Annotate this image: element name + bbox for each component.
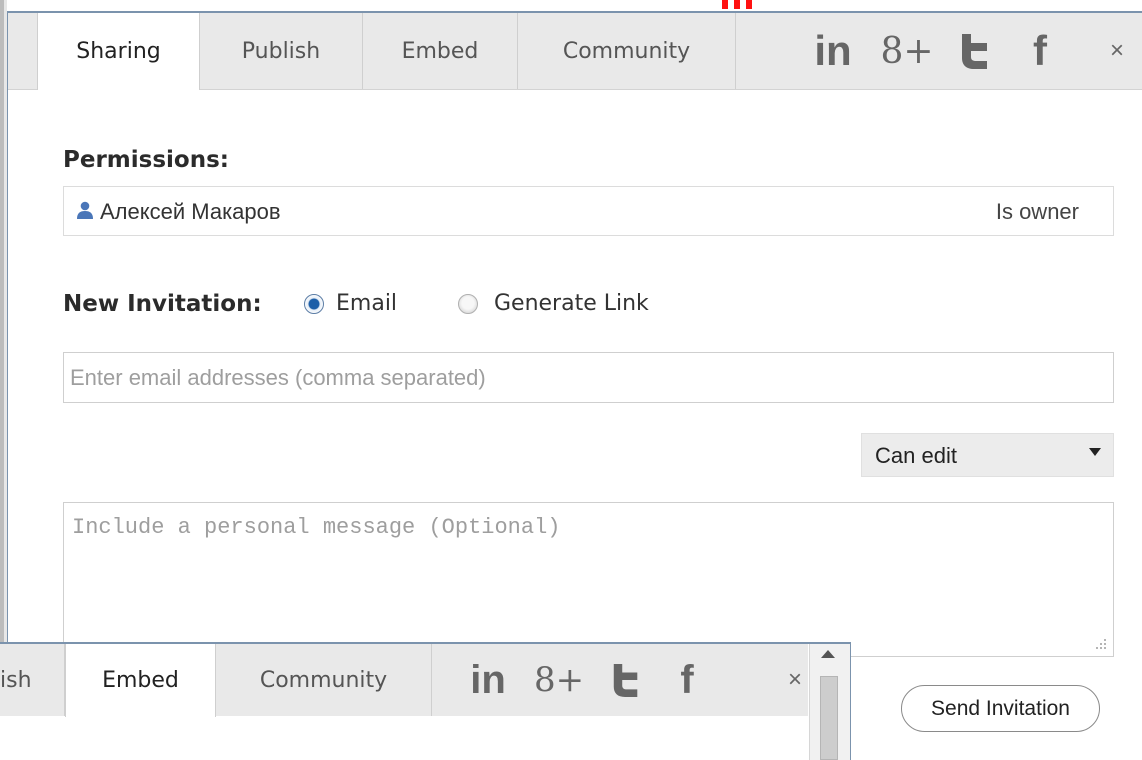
send-invitation-button[interactable]: Send Invitation [901, 685, 1100, 732]
permission-select[interactable]: Can edit [861, 433, 1114, 477]
overlapping-dialog: ish Embed Community in 8+ f × [0, 642, 851, 760]
overlay-twitter-glyph [613, 664, 638, 697]
email-radio[interactable] [304, 294, 324, 314]
personal-message-field[interactable] [63, 502, 1114, 657]
overlay-close-icon[interactable]: × [788, 644, 802, 716]
screen: Sharing Publish Embed Community in 8+ f … [0, 0, 1142, 760]
new-invitation-label: New Invitation: [63, 291, 262, 317]
red-title-fragment [718, 0, 756, 10]
overlay-tab-publish[interactable]: ish [0, 644, 65, 716]
googleplus-icon[interactable]: 8+ [880, 13, 934, 89]
user-icon [77, 201, 93, 219]
resize-grip-icon[interactable] [1093, 637, 1107, 651]
overlay-linkedin-icon[interactable]: in [461, 644, 515, 716]
overlay-tab-bar: ish Embed Community in 8+ f × [0, 644, 808, 717]
generate-link-radio[interactable] [458, 294, 478, 314]
tab-bar: Sharing Publish Embed Community in 8+ f … [8, 13, 1142, 90]
scroll-up-icon[interactable] [821, 650, 835, 658]
generate-link-radio-label[interactable]: Generate Link [494, 291, 649, 316]
permission-row: Алексей Макаров Is owner [63, 186, 1114, 236]
permissions-label: Permissions: [63, 147, 229, 173]
twitter-glyph [962, 34, 987, 69]
email-radio-label[interactable]: Email [336, 291, 397, 316]
overlay-googleplus-icon[interactable]: 8+ [532, 644, 586, 716]
overlay-tab-embed[interactable]: Embed [65, 644, 216, 717]
chevron-down-icon [1089, 448, 1101, 456]
tab-community[interactable]: Community [518, 13, 736, 89]
email-input[interactable] [63, 352, 1114, 403]
permission-select-value: Can edit [875, 443, 957, 468]
tab-sharing[interactable]: Sharing [37, 13, 200, 90]
permission-role: Is owner [995, 199, 1079, 224]
tab-embed[interactable]: Embed [363, 13, 518, 89]
twitter-icon[interactable] [952, 13, 998, 89]
overlay-twitter-icon[interactable] [604, 644, 648, 716]
overlay-tab-community[interactable]: Community [216, 644, 432, 716]
tab-publish[interactable]: Publish [200, 13, 363, 89]
close-icon[interactable]: × [1110, 13, 1124, 89]
facebook-icon[interactable]: f [1020, 13, 1060, 89]
overlay-facebook-icon[interactable]: f [667, 644, 707, 716]
scrollbar[interactable] [809, 644, 850, 760]
scrollbar-thumb[interactable] [820, 676, 838, 760]
permission-user-name: Алексей Макаров [100, 199, 281, 224]
linkedin-icon[interactable]: in [806, 13, 860, 89]
